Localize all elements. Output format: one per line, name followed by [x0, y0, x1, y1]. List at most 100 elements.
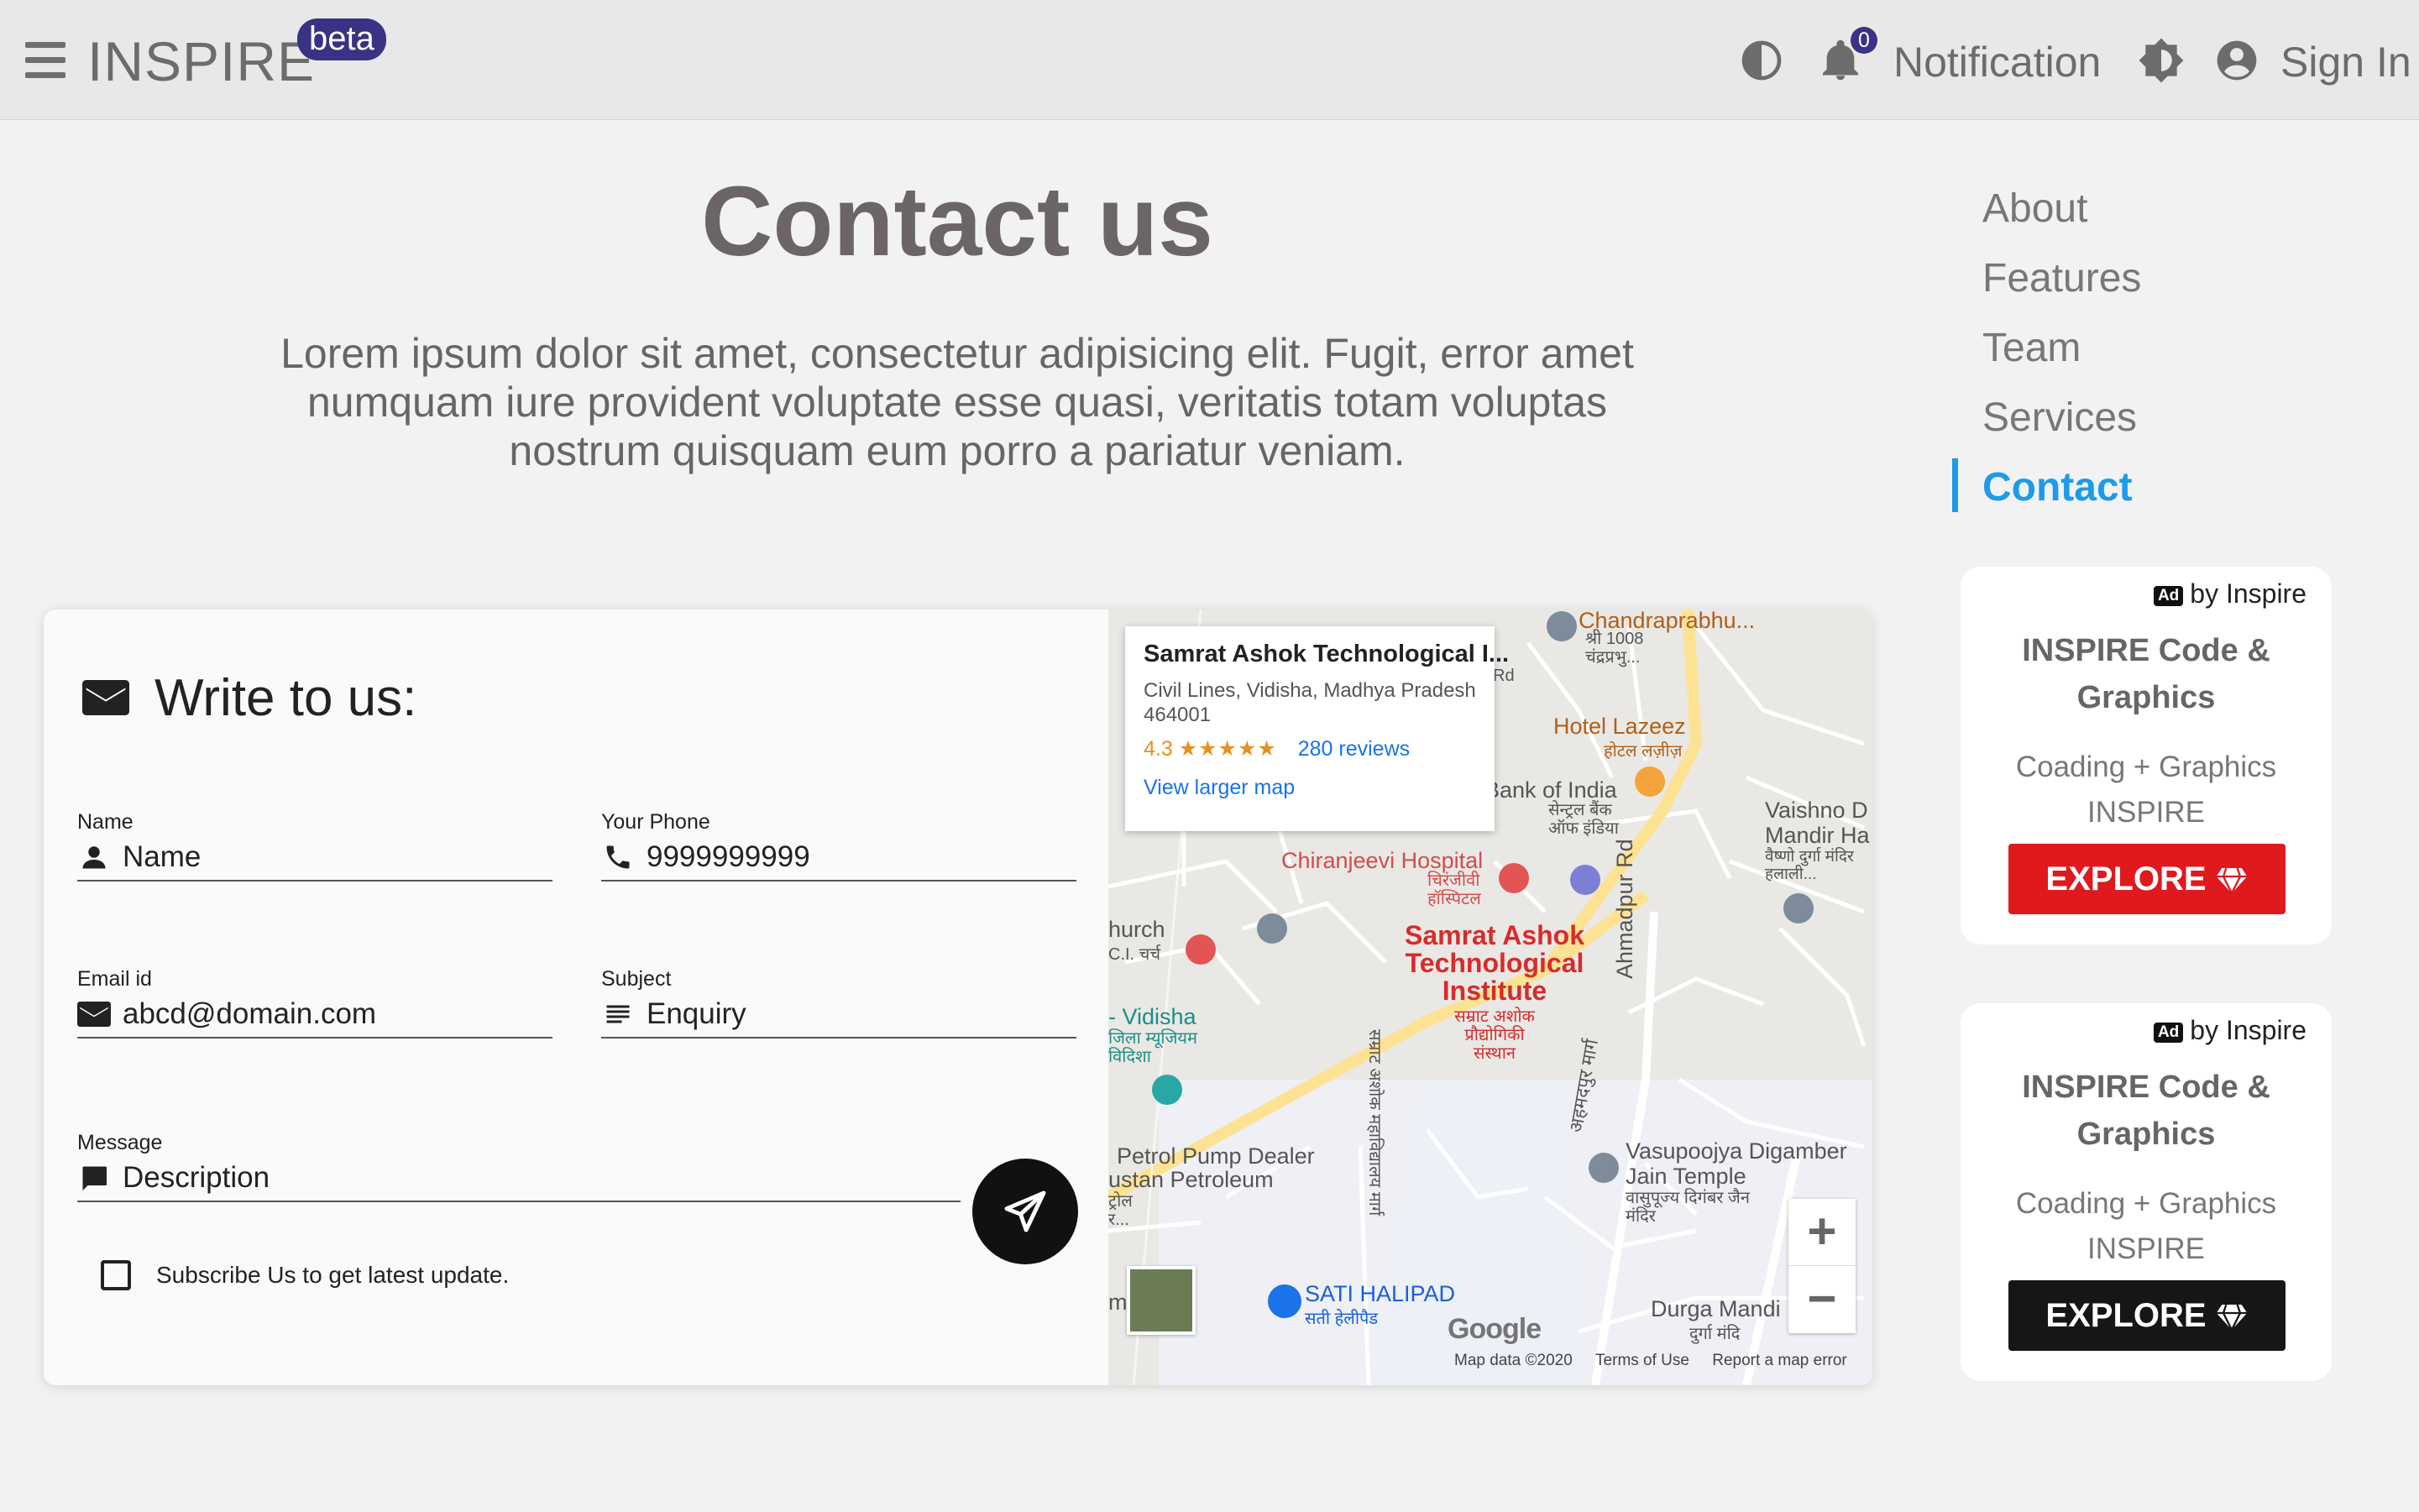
zoom-in-button[interactable]: +: [1788, 1199, 1856, 1266]
ad-tag: Ad: [2153, 1022, 2184, 1043]
map-label-hotel-lazeez: Hotel Lazeez: [1553, 714, 1686, 739]
ad-by: by Inspire: [2190, 1015, 2306, 1045]
map-place-card: Samrat Ashok Technological I... Civil Li…: [1125, 626, 1510, 831]
envelope-icon: [82, 680, 129, 715]
map-label-sati-halipad: SATI HALIPAD: [1305, 1281, 1456, 1306]
toc-link-features[interactable]: Features: [1952, 246, 2288, 316]
subscribe-checkbox[interactable]: [101, 1260, 131, 1290]
brand-logo[interactable]: INSPIRE: [87, 30, 315, 92]
form-heading-text: Write to us:: [154, 668, 417, 727]
place-title: Samrat Ashok Technological I...: [1144, 641, 1510, 667]
explore-button[interactable]: EXPLORE: [2008, 844, 2285, 914]
map-label-petrol-pump: Petrol Pump Dealer: [1117, 1143, 1315, 1169]
rating-value: 4.3: [1144, 737, 1173, 761]
ad-subtitle: Coading + Graphics INSPIRE: [2015, 751, 2277, 829]
map-label-bank: Bank of India: [1484, 777, 1617, 803]
subject-lines-icon: [606, 1005, 630, 1023]
paper-plane-icon: [1004, 1190, 1046, 1232]
toc-link-team[interactable]: Team: [1952, 316, 2288, 385]
person-icon: [82, 846, 106, 869]
map-label-road-hi: सम्राट अशोक महाविद्यालय मार्ग: [1365, 1029, 1384, 1216]
message-field: Message Description: [77, 1130, 961, 1202]
reviews-link[interactable]: 280 reviews: [1298, 737, 1410, 761]
map-label-chiranjeevi: Chiranjeevi Hospital: [1281, 848, 1484, 873]
map-label-m-edge: m: [1108, 1290, 1128, 1315]
map-label-chandraprabhu-hi: श्री 1008 चंद्रप्रभु...: [1585, 630, 1644, 667]
map-label-church-hi: C.I. चर्च: [1108, 945, 1161, 964]
map-label-durga-hi: दुर्गा मंदि: [1689, 1325, 1741, 1343]
message-label: Message: [77, 1131, 163, 1154]
contact-card: Write to us: Name Name Your Phone 999999…: [44, 610, 1872, 1385]
email-value: abcd@domain.com: [123, 997, 377, 1030]
name-field: Name Name: [77, 809, 552, 882]
map-label-vasupoojya: Vasupoojya Digamber Jain Temple: [1626, 1138, 1847, 1189]
ad-subtitle: Coading + Graphics INSPIRE: [2015, 1187, 2277, 1265]
phone-input[interactable]: 9999999999: [601, 834, 1076, 882]
notification-count-badge: 0: [1851, 27, 1877, 54]
form-heading: Write to us:: [82, 660, 416, 735]
phone-label: Your Phone: [601, 810, 710, 834]
ad-card: Ad by Inspire INSPIRE Code & Graphics Coa…: [1961, 567, 2332, 944]
map-label-hotel-lazeez-hi: होटल लज़ीज़: [1604, 742, 1683, 761]
subject-field: Subject Enquiry: [601, 966, 1076, 1039]
place-address: Civil Lines, Vidisha, Madhya Pradesh 464…: [1144, 679, 1476, 726]
phone-value: 9999999999: [647, 840, 810, 873]
account-icon[interactable]: [2213, 37, 2260, 84]
map-label-vidisha-hi: जिला म्यूजियम विदिशा: [1108, 1029, 1197, 1066]
map-label-sati-halipad-hi: सती हेलीपैड: [1305, 1310, 1379, 1328]
message-value: Description: [123, 1161, 270, 1194]
zoom-out-button[interactable]: −: [1788, 1266, 1856, 1333]
map-label-vaishno-hi: वैष्णो दुर्गा मंदिर हलाली...: [1765, 848, 1854, 883]
ad-card: Ad by Inspire INSPIRE Code & Graphics Coa…: [1961, 1003, 2332, 1381]
table-of-contents: About Features Team Services Contact: [1952, 176, 2288, 525]
page-title: Contact us: [701, 166, 1213, 277]
page-lead-text: Lorem ipsum dolor sit amet, consectetur …: [280, 330, 1634, 474]
subject-input[interactable]: Enquiry: [601, 991, 1076, 1039]
map-label-durga-mandi: Durga Mandi: [1651, 1296, 1781, 1321]
send-button[interactable]: [972, 1159, 1078, 1264]
google-logo: Google: [1448, 1313, 1542, 1345]
map-footer: Map data ©2020 Terms of Use Report a map…: [1454, 1352, 1847, 1370]
map-label-vaishno: Vaishno D Mandir Ha: [1765, 798, 1870, 848]
notification-label[interactable]: Notification: [1893, 37, 2101, 87]
toc-link-about[interactable]: About: [1952, 176, 2288, 246]
contrast-icon[interactable]: [1738, 37, 1785, 84]
ad-tag: Ad: [2153, 585, 2184, 606]
report-map-error-link[interactable]: Report a map error: [1712, 1352, 1847, 1369]
gem-icon: [2216, 868, 2247, 896]
map-label-vasupoojya-hi: वासुपूज्य दिगंबर जैन मंदिर: [1626, 1189, 1750, 1226]
email-field: Email id abcd@domain.com: [77, 966, 552, 1039]
map-label-petroleum: ustan Petroleum: [1108, 1167, 1274, 1192]
ad-title: INSPIRE Code & Graphics: [2022, 1070, 2270, 1152]
map-zoom-control: + −: [1788, 1199, 1856, 1333]
ad-attribution: Ad by Inspire: [2153, 577, 2306, 610]
name-input[interactable]: Name: [77, 834, 552, 882]
map-data-attribution: Map data ©2020: [1454, 1352, 1573, 1369]
subject-value: Enquiry: [647, 997, 746, 1030]
top-app-bar: INSPIRE beta 0 Notification Sign In: [0, 0, 2419, 120]
email-input[interactable]: abcd@domain.com: [77, 991, 552, 1039]
view-larger-map-link[interactable]: View larger map: [1144, 776, 1476, 800]
toc-link-contact[interactable]: Contact: [1952, 455, 2288, 525]
place-rating: 4.3 ★★★★★ 280 reviews: [1144, 735, 1476, 762]
comment-icon: [82, 1166, 107, 1190]
explore-label: EXPLORE: [2045, 861, 2207, 897]
sign-in-link[interactable]: Sign In: [2280, 37, 2411, 87]
ad-title: INSPIRE Code & Graphics: [2022, 633, 2270, 715]
email-icon: [77, 1002, 111, 1027]
brightness-icon[interactable]: [2138, 37, 2185, 84]
map-label-vidisha: - Vidisha: [1108, 1004, 1196, 1029]
map-label-bank-hi: सेन्ट्रल बैंक ऑफ इंडिया: [1548, 801, 1619, 838]
toc-link-services[interactable]: Services: [1952, 385, 2288, 455]
embedded-map[interactable]: Chandraprabhu... श्री 1008 चंद्रप्रभु...…: [1108, 610, 1872, 1385]
ad-by: by Inspire: [2190, 578, 2306, 609]
menu-icon[interactable]: [25, 42, 65, 79]
beta-badge: beta: [297, 18, 386, 60]
satellite-toggle[interactable]: [1127, 1266, 1196, 1335]
gem-icon: [2216, 1305, 2247, 1332]
explore-button[interactable]: EXPLORE: [2008, 1280, 2285, 1351]
rating-stars: ★★★★★: [1178, 737, 1277, 761]
terms-of-use-link[interactable]: Terms of Use: [1595, 1352, 1689, 1369]
map-label-ahmadpur-rd: Ahmadpur Rd: [1612, 839, 1637, 979]
message-input[interactable]: Description: [77, 1155, 961, 1202]
